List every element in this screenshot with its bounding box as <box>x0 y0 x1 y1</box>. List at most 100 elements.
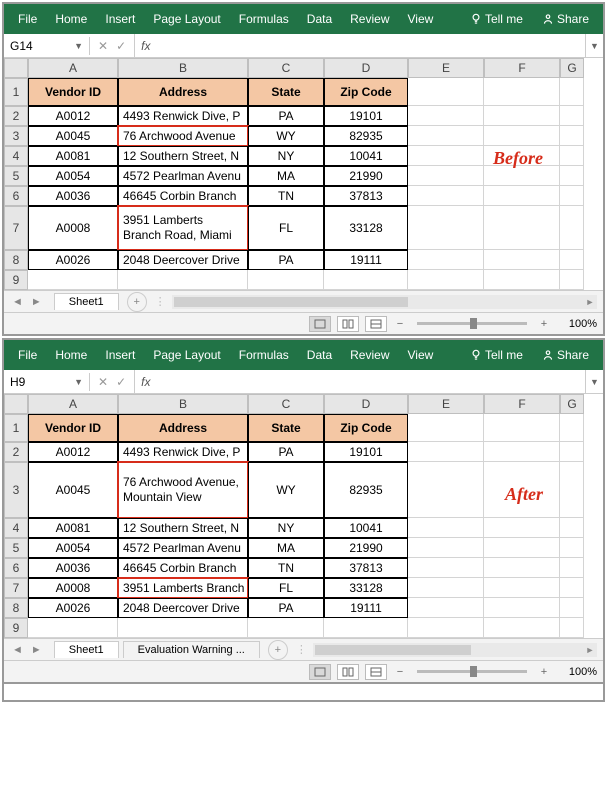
view-normal-button[interactable] <box>309 316 331 332</box>
cell[interactable] <box>484 126 560 146</box>
ribbon-tab-formulas[interactable]: Formulas <box>231 6 297 32</box>
cell[interactable] <box>408 518 484 538</box>
cell-vendor-id[interactable]: A0054 <box>28 538 118 558</box>
cell-zip[interactable]: 21990 <box>324 538 408 558</box>
cancel-icon[interactable]: ✕ <box>98 375 108 389</box>
view-page-layout-button[interactable] <box>337 664 359 680</box>
cell-vendor-id[interactable]: A0036 <box>28 186 118 206</box>
zoom-slider[interactable] <box>417 670 527 673</box>
ribbon-tab-formulas[interactable]: Formulas <box>231 342 297 368</box>
col-header-B[interactable]: B <box>118 394 248 414</box>
col-header-C[interactable]: C <box>248 394 324 414</box>
row-header-6[interactable]: 6 <box>4 558 28 578</box>
cell[interactable] <box>408 146 484 166</box>
ribbon-tab-review[interactable]: Review <box>342 342 397 368</box>
col-header-E[interactable]: E <box>408 58 484 78</box>
cell-vendor-id[interactable]: A0054 <box>28 166 118 186</box>
cell-zip[interactable]: 19111 <box>324 598 408 618</box>
cell-vendor-id[interactable]: A0045 <box>28 462 118 518</box>
cell[interactable] <box>560 206 584 250</box>
cell[interactable] <box>408 558 484 578</box>
share-button[interactable]: Share <box>533 342 597 369</box>
cell[interactable] <box>408 166 484 186</box>
row-header-5[interactable]: 5 <box>4 166 28 186</box>
ribbon-tab-insert[interactable]: Insert <box>97 342 143 368</box>
row-header-1[interactable]: 1 <box>4 414 28 442</box>
select-all-corner[interactable] <box>4 394 28 414</box>
cell-zip[interactable]: 10041 <box>324 518 408 538</box>
horizontal-scrollbar[interactable]: ◄► <box>313 643 597 657</box>
ribbon-tab-page-layout[interactable]: Page Layout <box>145 342 228 368</box>
col-header-A[interactable]: A <box>28 394 118 414</box>
cell-state[interactable]: NY <box>248 518 324 538</box>
row-header-4[interactable]: 4 <box>4 518 28 538</box>
sheet-tab-extra[interactable]: Evaluation Warning ... <box>123 641 260 658</box>
row-header-3[interactable]: 3 <box>4 462 28 518</box>
cell[interactable] <box>484 518 560 538</box>
row-header-1[interactable]: 1 <box>4 78 28 106</box>
col-header-C[interactable]: C <box>248 58 324 78</box>
ribbon-tab-insert[interactable]: Insert <box>97 6 143 32</box>
ribbon-tab-data[interactable]: Data <box>299 342 340 368</box>
cell[interactable] <box>484 578 560 598</box>
cell-vendor-id[interactable]: A0081 <box>28 518 118 538</box>
cell-state[interactable]: PA <box>248 106 324 126</box>
cell-state[interactable]: PA <box>248 442 324 462</box>
row-header-8[interactable]: 8 <box>4 598 28 618</box>
cell[interactable] <box>408 538 484 558</box>
row-header-9[interactable]: 9 <box>4 270 28 290</box>
zoom-out-button[interactable]: − <box>393 666 407 678</box>
row-header-2[interactable]: 2 <box>4 106 28 126</box>
cell[interactable] <box>408 270 484 290</box>
view-page-break-button[interactable] <box>365 664 387 680</box>
fx-icon[interactable]: fx <box>141 39 150 53</box>
cell-zip[interactable]: 10041 <box>324 146 408 166</box>
cell[interactable] <box>484 270 560 290</box>
row-header-3[interactable]: 3 <box>4 126 28 146</box>
ribbon-tab-file[interactable]: File <box>10 342 45 368</box>
cell-address[interactable]: 12 Southern Street, N <box>118 518 248 538</box>
cell-state[interactable]: PA <box>248 250 324 270</box>
cell-vendor-id[interactable]: A0012 <box>28 442 118 462</box>
cell[interactable] <box>560 442 584 462</box>
col-header-B[interactable]: B <box>118 58 248 78</box>
cell[interactable] <box>408 106 484 126</box>
cell[interactable] <box>118 618 248 638</box>
ribbon-tab-file[interactable]: File <box>10 6 45 32</box>
cell-vendor-id[interactable]: A0012 <box>28 106 118 126</box>
cell[interactable] <box>484 250 560 270</box>
share-button[interactable]: Share <box>533 6 597 33</box>
expand-formula-bar[interactable]: ▼ <box>585 34 603 57</box>
cell[interactable] <box>560 598 584 618</box>
zoom-in-button[interactable]: + <box>537 666 551 678</box>
ribbon-tab-page-layout[interactable]: Page Layout <box>145 6 228 32</box>
cell-state[interactable]: WY <box>248 126 324 146</box>
cell[interactable] <box>118 270 248 290</box>
view-page-break-button[interactable] <box>365 316 387 332</box>
col-header-A[interactable]: A <box>28 58 118 78</box>
row-header-9[interactable]: 9 <box>4 618 28 638</box>
row-header-6[interactable]: 6 <box>4 186 28 206</box>
col-header-G[interactable]: G <box>560 58 584 78</box>
cell[interactable] <box>484 78 560 106</box>
cell-vendor-id[interactable]: A0008 <box>28 578 118 598</box>
cell[interactable] <box>408 250 484 270</box>
cell-address[interactable]: 4572 Pearlman Avenu <box>118 538 248 558</box>
cell[interactable] <box>484 538 560 558</box>
cell[interactable] <box>408 414 484 442</box>
cell-zip[interactable]: 82935 <box>324 462 408 518</box>
sheet-nav-prev[interactable]: ◄ <box>12 644 23 656</box>
cell-state[interactable]: FL <box>248 206 324 250</box>
cell-state[interactable]: NY <box>248 146 324 166</box>
zoom-level[interactable]: 100% <box>557 666 597 678</box>
cell[interactable] <box>484 186 560 206</box>
zoom-in-button[interactable]: + <box>537 318 551 330</box>
cell-address[interactable]: 76 Archwood Avenue, Mountain View <box>118 462 248 518</box>
cell-zip[interactable]: 19101 <box>324 442 408 462</box>
cell-state[interactable]: MA <box>248 538 324 558</box>
cell-address[interactable]: 2048 Deercover Drive <box>118 598 248 618</box>
cell-address[interactable]: 12 Southern Street, N <box>118 146 248 166</box>
ribbon-tab-view[interactable]: View <box>400 6 442 32</box>
name-box[interactable]: G14▼ <box>4 37 90 55</box>
enter-icon[interactable]: ✓ <box>116 39 126 53</box>
